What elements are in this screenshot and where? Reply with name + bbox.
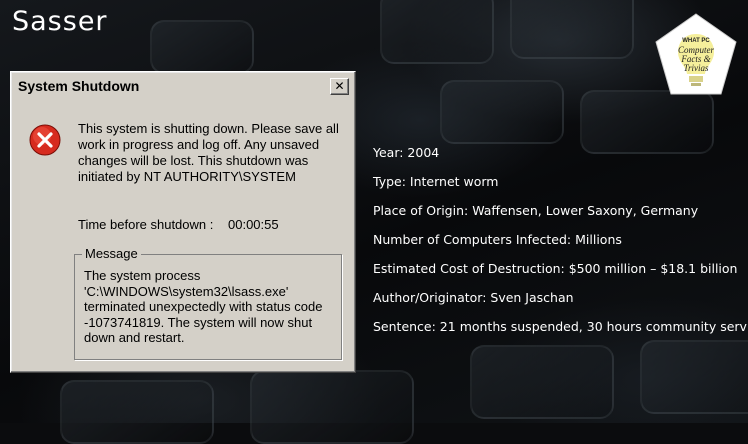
slide-title: Sasser bbox=[12, 6, 108, 37]
shutdown-message: This system is shutting down. Please sav… bbox=[78, 121, 339, 184]
close-icon: ✕ bbox=[334, 79, 345, 93]
fact-cost: Estimated Cost of Destruction: $500 mill… bbox=[373, 261, 738, 276]
badge-text: Computer Facts & Trivias bbox=[678, 45, 714, 73]
fact-author: Author/Originator: Sven Jaschan bbox=[373, 290, 574, 305]
fact-sentence: Sentence: 21 months suspended, 30 hours … bbox=[373, 319, 748, 334]
dialog-title: System Shutdown bbox=[18, 78, 140, 94]
dialog-titlebar[interactable]: System Shutdown ✕ bbox=[14, 75, 352, 97]
keyboard-key bbox=[470, 345, 614, 419]
fact-type: Type: Internet worm bbox=[373, 174, 499, 189]
message-groupbox: Message The system process 'C:\WINDOWS\s… bbox=[74, 246, 342, 360]
timer-value: 00:00:55 bbox=[228, 217, 279, 232]
badge-brand: WHAT PC bbox=[682, 38, 710, 44]
message-group-text: The system process 'C:\WINDOWS\system32\… bbox=[84, 268, 323, 345]
keyboard-key bbox=[150, 20, 254, 74]
keyboard-key bbox=[60, 380, 214, 444]
system-shutdown-dialog: System Shutdown ✕ This system is shuttin… bbox=[10, 71, 356, 373]
close-button[interactable]: ✕ bbox=[330, 78, 349, 95]
fact-origin: Place of Origin: Waffensen, Lower Saxony… bbox=[373, 203, 699, 218]
facts-list: Year: 2004 Type: Internet worm Place of … bbox=[373, 138, 748, 341]
error-icon bbox=[29, 124, 61, 156]
fact-computers-infected: Number of Computers Infected: Millions bbox=[373, 232, 622, 247]
keyboard-key bbox=[250, 370, 414, 444]
timer-label: Time before shutdown : bbox=[78, 217, 214, 232]
keyboard-key bbox=[440, 80, 564, 144]
keyboard-key bbox=[380, 0, 494, 64]
fact-year: Year: 2004 bbox=[373, 145, 440, 160]
computer-facts-badge: WHAT PC Computer Facts & Trivias bbox=[654, 12, 738, 96]
keyboard-key bbox=[510, 0, 634, 59]
keyboard-key bbox=[640, 340, 748, 414]
message-group-label: Message bbox=[82, 246, 141, 261]
